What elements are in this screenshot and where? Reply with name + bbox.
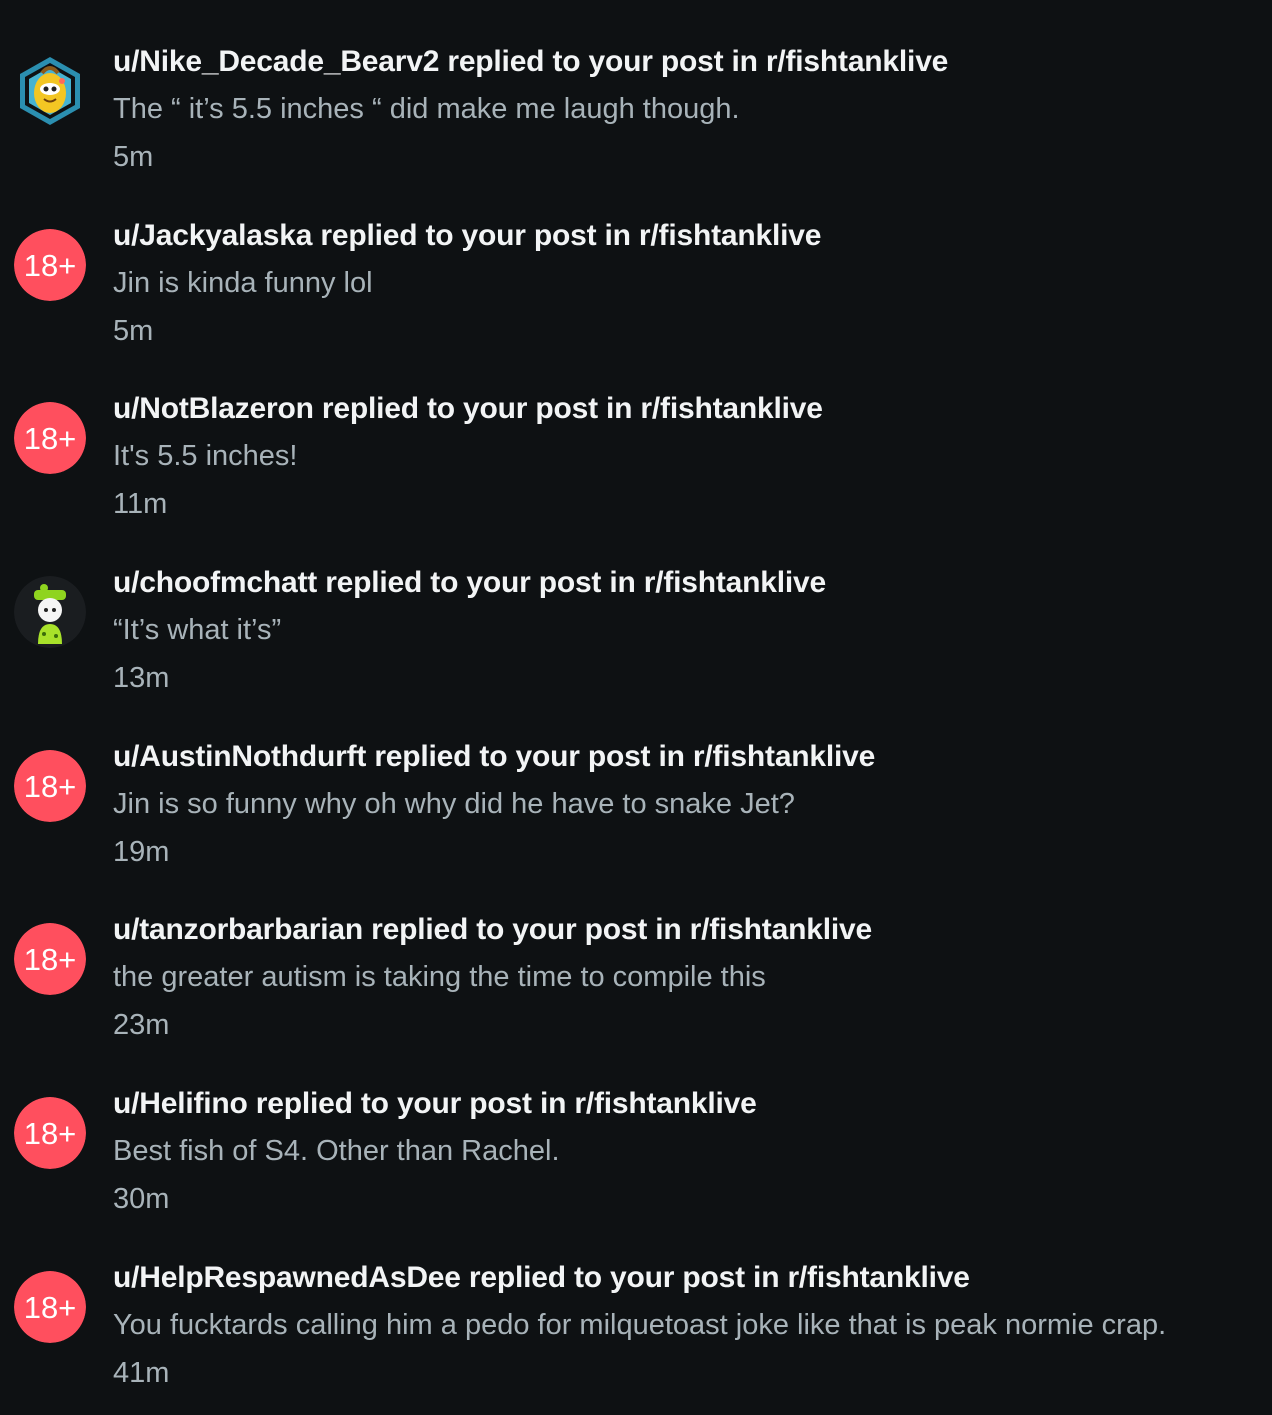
notification-title[interactable]: u/Nike_Decade_Bearv2 replied to your pos… [113,45,948,79]
snoo-banana-avatar[interactable] [14,55,86,127]
nsfw-badge-avatar[interactable]: 18+ [14,923,86,995]
notification-body: It's 5.5 inches! [113,440,298,472]
nsfw-badge-label: 18+ [24,421,77,456]
notification-body: You fucktards calling him a pedo for mil… [113,1309,1167,1341]
notification-title[interactable]: u/NotBlazeron replied to your post in r/… [113,392,823,426]
notification-title[interactable]: u/HelpRespawnedAsDee replied to your pos… [113,1261,970,1295]
nsfw-badge-avatar[interactable]: 18+ [14,750,86,822]
nsfw-badge-label: 18+ [24,248,77,283]
notification-title[interactable]: u/Jackyalaska replied to your post in r/… [113,219,821,253]
notification-title[interactable]: u/AustinNothdurft replied to your post i… [113,740,875,774]
notification-time: 13m [113,662,170,694]
notification-item[interactable]: 18+ u/tanzorbarbarian replied to your po… [0,893,1272,1067]
nsfw-badge-label: 18+ [24,1290,77,1325]
notification-time: 19m [113,836,170,868]
notification-title[interactable]: u/tanzorbarbarian replied to your post i… [113,913,872,947]
notification-body: Jin is so funny why oh why did he have t… [113,788,795,820]
nsfw-badge-label: 18+ [24,942,77,977]
notification-item[interactable]: 18+ u/HelpRespawnedAsDee replied to your… [0,1241,1272,1415]
notification-body: the greater autism is taking the time to… [113,961,766,993]
nsfw-badge-label: 18+ [24,769,77,804]
notification-item[interactable]: 18+ u/AustinNothdurft replied to your po… [0,720,1272,894]
notification-item[interactable]: 18+ u/Helifino replied to your post in r… [0,1067,1272,1241]
notification-item[interactable]: u/choofmchatt replied to your post in r/… [0,546,1272,720]
notification-item[interactable]: u/Nike_Decade_Bearv2 replied to your pos… [0,25,1272,199]
notification-title[interactable]: u/choofmchatt replied to your post in r/… [113,566,826,600]
notification-body: Jin is kinda funny lol [113,267,373,299]
notification-time: 23m [113,1009,170,1041]
notification-body: Best fish of S4. Other than Rachel. [113,1135,560,1167]
notification-time: 5m [113,315,154,347]
notification-time: 5m [113,141,154,173]
nsfw-badge-avatar[interactable]: 18+ [14,229,86,301]
snoo-green-avatar[interactable] [14,576,86,648]
notification-body: The “ it’s 5.5 inches “ did make me laug… [113,93,740,125]
notification-item[interactable]: 18+ u/Jackyalaska replied to your post i… [0,199,1272,373]
notification-time: 30m [113,1183,170,1215]
notification-item[interactable]: 18+ u/NotBlazeron replied to your post i… [0,372,1272,546]
nsfw-badge-label: 18+ [24,1116,77,1151]
notification-body: “It’s what it’s” [113,614,282,646]
nsfw-badge-avatar[interactable]: 18+ [14,1271,86,1343]
notification-time: 41m [113,1357,170,1389]
nsfw-badge-avatar[interactable]: 18+ [14,1097,86,1169]
notification-time: 11m [113,488,168,520]
notification-list: u/Nike_Decade_Bearv2 replied to your pos… [0,0,1272,1414]
nsfw-badge-avatar[interactable]: 18+ [14,402,86,474]
notification-title[interactable]: u/Helifino replied to your post in r/fis… [113,1087,757,1121]
